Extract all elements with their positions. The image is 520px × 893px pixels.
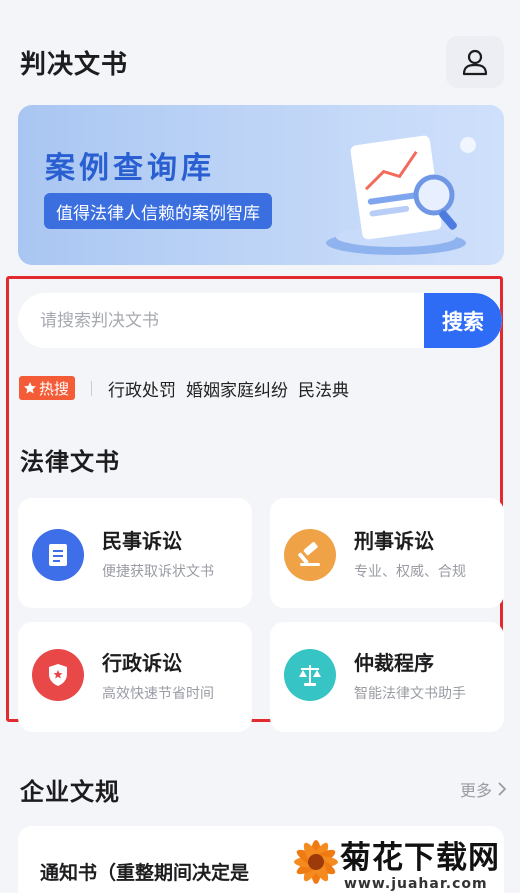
divider: [91, 380, 93, 396]
hot-search-badge: 热搜: [19, 376, 76, 400]
card-desc: 智能法律文书助手: [354, 686, 466, 702]
chevron-right-icon: [498, 782, 506, 796]
more-label: 更多: [459, 781, 492, 800]
notice-title: 通知书（重整期间决定是: [40, 862, 250, 884]
card-desc: 便捷获取诉状文书: [102, 564, 214, 580]
search-input[interactable]: [18, 293, 423, 348]
hot-tag[interactable]: 行政处罚: [108, 376, 176, 401]
banner-title: 案例查询库: [45, 151, 215, 186]
case-library-banner[interactable]: 案例查询库 值得法律人信赖的案例智库: [18, 105, 504, 265]
user-icon: [462, 49, 488, 76]
hot-search-label: 热搜: [39, 379, 70, 398]
card-desc: 专业、权威、合规: [354, 564, 466, 580]
site-watermark: 菊花下载网 www.juahar.com: [288, 832, 520, 893]
chrysanthemum-logo-icon: [294, 840, 338, 884]
enterprise-rules-title: 企业文规: [20, 778, 120, 806]
shield-icon: [32, 649, 84, 701]
banner-subtitle: 值得法律人信赖的案例智库: [44, 193, 272, 229]
hot-search-row: 热搜 行政处罚 婚姻家庭纠纷 民法典: [19, 375, 359, 401]
card-title: 民事诉讼: [102, 529, 182, 553]
header: 判决文书: [20, 34, 504, 90]
search-bar: 搜索: [18, 293, 502, 348]
watermark-name: 菊花下载网: [340, 840, 500, 876]
more-link[interactable]: 更多: [460, 777, 506, 801]
card-desc: 高效快速节省时间: [102, 686, 214, 702]
card-civil-litigation[interactable]: 民事诉讼 便捷获取诉状文书: [18, 498, 252, 608]
document-icon: [32, 529, 84, 581]
legal-docs-title: 法律文书: [20, 448, 120, 476]
search-button[interactable]: 搜索: [424, 293, 502, 348]
watermark-url: www.juahar.com: [344, 876, 488, 892]
page-title: 判决文书: [20, 49, 129, 80]
hot-tag[interactable]: 民法典: [298, 376, 349, 401]
star-icon: [24, 382, 36, 394]
report-illustration-icon: [326, 135, 476, 255]
user-profile-button[interactable]: [446, 36, 504, 88]
hot-tag[interactable]: 婚姻家庭纠纷: [186, 376, 288, 401]
card-title: 仲裁程序: [354, 651, 434, 675]
card-title: 行政诉讼: [102, 651, 182, 675]
card-arbitration[interactable]: 仲裁程序 智能法律文书助手: [270, 622, 504, 732]
card-administrative-litigation[interactable]: 行政诉讼 高效快速节省时间: [18, 622, 252, 732]
gavel-icon: [284, 529, 336, 581]
card-criminal-litigation[interactable]: 刑事诉讼 专业、权威、合规: [270, 498, 504, 608]
card-title: 刑事诉讼: [354, 529, 434, 553]
scales-icon: [284, 649, 336, 701]
